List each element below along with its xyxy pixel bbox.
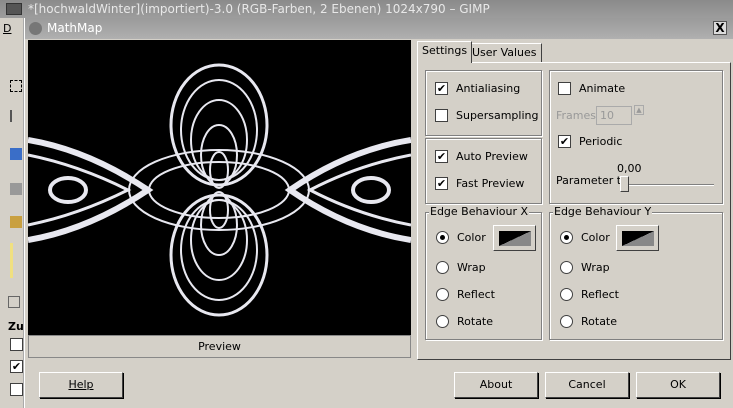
radio-label: Color [457,231,486,244]
panel-checkbox-checked[interactable]: ✔ [10,360,23,373]
edge-behaviour-x-frame: Edge Behaviour X Color Wrap Reflect Rota… [425,205,542,340]
parameter-t-label: Parameter t [556,174,622,187]
color-bar-icon [10,243,13,278]
edge-y-color-button[interactable] [616,225,659,251]
edge-y-rotate-radio[interactable]: Rotate [560,315,617,328]
edge-behaviour-y-frame: Edge Behaviour Y Color Wrap Reflect Rota… [549,205,723,340]
gimp-title-bar: *[hochwaldWinter](importiert)-3.0 (RGB-F… [0,0,733,18]
radio[interactable] [436,288,449,301]
path-tool-icon[interactable] [10,110,22,122]
dialog-title-bar[interactable]: MathMap [25,18,733,39]
edge-behaviour-x-title: Edge Behaviour X [429,205,530,218]
periodic-checkbox[interactable]: ✔ Periodic [558,135,622,148]
radio[interactable] [560,261,573,274]
preview-options-frame: ✔ Auto Preview ✔ Fast Preview [425,138,542,204]
radio-label: Reflect [581,288,619,301]
fast-preview-checkbox[interactable]: ✔ Fast Preview [435,177,524,190]
checkbox-checked[interactable]: ✔ [435,177,448,190]
animate-checkbox[interactable]: Animate [558,82,625,95]
cancel-button[interactable]: Cancel [545,372,629,398]
frames-spinbox[interactable]: 10 [596,106,632,125]
parameter-t-slider-handle[interactable] [620,176,629,192]
edge-x-reflect-radio[interactable]: Reflect [436,288,495,301]
edge-x-rotate-radio[interactable]: Rotate [436,315,493,328]
supersampling-checkbox[interactable]: Supersampling [435,109,538,122]
edge-x-wrap-radio[interactable]: Wrap [436,261,486,274]
preview-image [28,40,411,335]
edge-y-color-radio[interactable]: Color [560,231,610,244]
help-button[interactable]: Help [39,372,123,398]
gimp-window-title: *[hochwaldWinter](importiert)-3.0 (RGB-F… [28,2,490,16]
close-button[interactable]: X [713,21,727,35]
checkbox[interactable] [558,82,571,95]
parameter-t-slider-track[interactable] [620,184,714,186]
animate-label: Animate [579,82,626,95]
fast-preview-label: Fast Preview [456,177,525,190]
gimp-wilber-icon [29,22,42,35]
gimp-toolbox: D Zus ✔ [0,18,30,408]
radio-selected[interactable] [560,231,573,244]
antialiasing-checkbox[interactable]: ✔ Antialiasing [435,82,520,95]
radio[interactable] [560,288,573,301]
mathmap-dialog: MathMap X Preview Settings User Values ✔… [24,18,733,408]
radio[interactable] [560,315,573,328]
edge-x-color-button[interactable] [493,225,536,251]
gimp-menu-item[interactable]: D [3,22,11,35]
panel-checkbox[interactable] [10,383,23,396]
spin-up-icon[interactable]: ▲ [634,105,644,115]
auto-preview-label: Auto Preview [456,150,528,163]
radio[interactable] [436,261,449,274]
radio-label: Wrap [581,261,610,274]
radio-label: Wrap [457,261,486,274]
radio-label: Reflect [457,288,495,301]
tab-settings[interactable]: Settings [417,41,473,63]
periodic-label: Periodic [579,135,623,148]
edge-x-color-radio[interactable]: Color [436,231,486,244]
radio-label: Rotate [581,315,618,328]
tab-user-values[interactable]: User Values [467,43,542,63]
panel-checkbox[interactable] [10,338,23,351]
antialiasing-label: Antialiasing [456,82,521,95]
clone-icon[interactable] [10,216,22,228]
perspective-icon[interactable] [10,183,22,195]
ok-button[interactable]: OK [636,372,720,398]
edge-y-reflect-radio[interactable]: Reflect [560,288,619,301]
color-swatch-icon [622,231,654,246]
dialog-title: MathMap [47,21,103,35]
animation-frame: Animate Frames 10 ▲ ✔ Periodic 0,00 Param… [549,70,723,204]
radio-label: Rotate [457,315,494,328]
edge-behaviour-y-title: Edge Behaviour Y [553,205,653,218]
about-button[interactable]: About [454,372,538,398]
checkbox[interactable] [435,109,448,122]
radio[interactable] [436,315,449,328]
checkbox-checked[interactable]: ✔ [435,82,448,95]
fractal-preview-graphic [28,63,411,317]
edge-y-wrap-radio[interactable]: Wrap [560,261,610,274]
preview-button[interactable]: Preview [28,335,411,358]
checkbox-checked[interactable]: ✔ [435,150,448,163]
auto-preview-checkbox[interactable]: ✔ Auto Preview [435,150,528,163]
panel-tab-icon[interactable] [8,296,20,308]
radio-label: Color [581,231,610,244]
frames-label: Frames [556,109,597,122]
color-swatch-icon [499,231,531,246]
gimp-app-icon [6,3,22,15]
radio-selected[interactable] [436,231,449,244]
transform-icon[interactable] [10,148,22,160]
checkbox-checked[interactable]: ✔ [558,135,571,148]
render-options-frame: ✔ Antialiasing Supersampling [425,70,542,136]
rect-select-icon[interactable] [10,80,22,92]
supersampling-label: Supersampling [456,109,539,122]
